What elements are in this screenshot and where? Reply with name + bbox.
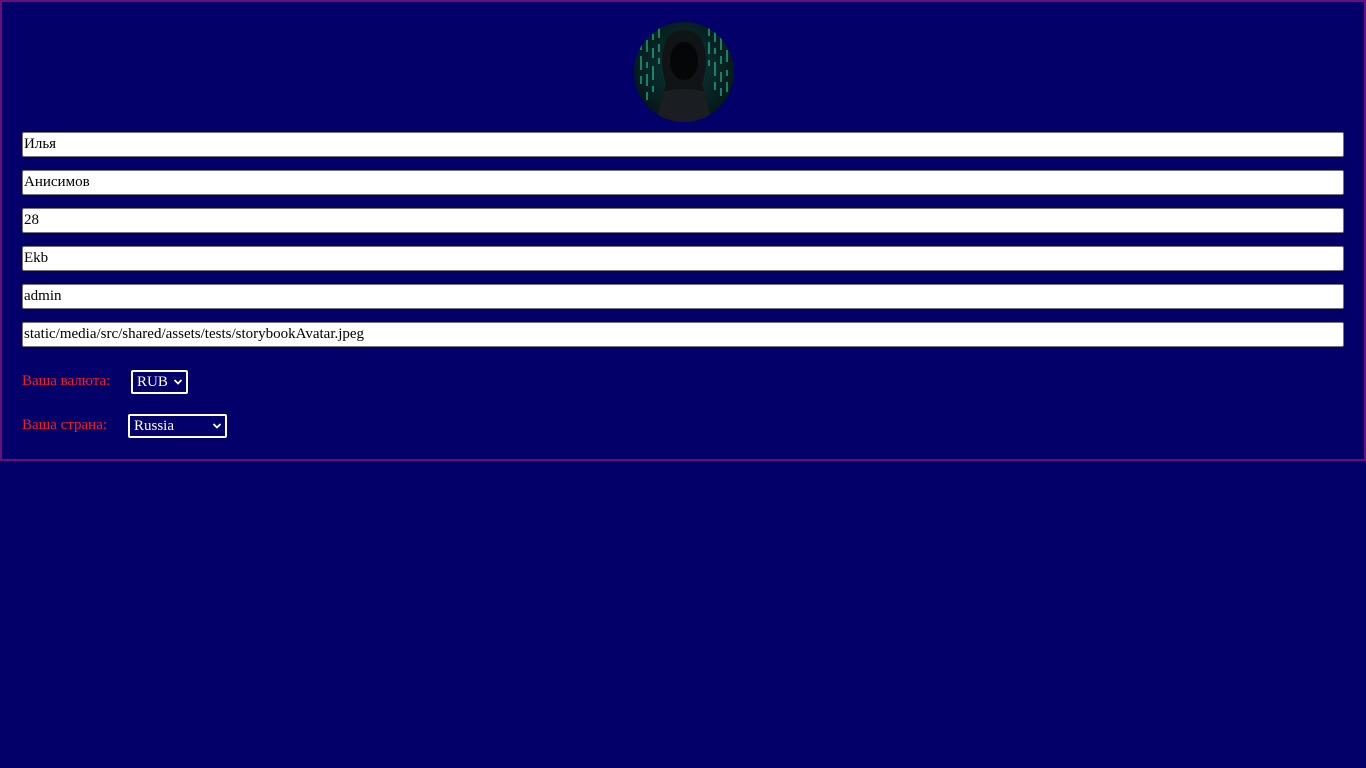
city-input[interactable] xyxy=(22,246,1344,271)
currency-select[interactable]: RUB xyxy=(131,370,188,394)
profile-card: Ваша валюта: RUB Ваша страна: Russia xyxy=(0,0,1366,461)
currency-label: Ваша валюта: xyxy=(22,373,111,389)
currency-selected-value: RUB xyxy=(137,374,168,390)
hooded-hacker-avatar-icon xyxy=(634,22,734,122)
username-input[interactable] xyxy=(22,284,1344,309)
country-label: Ваша страна: xyxy=(22,417,108,433)
age-input[interactable] xyxy=(22,208,1344,233)
country-select[interactable]: Russia xyxy=(128,414,227,438)
avatar-url-input[interactable] xyxy=(22,322,1344,347)
last-name-input[interactable] xyxy=(22,170,1344,195)
country-selected-value: Russia xyxy=(134,418,175,434)
avatar xyxy=(634,22,734,122)
chevron-down-icon xyxy=(212,423,222,429)
first-name-input[interactable] xyxy=(22,132,1344,157)
chevron-down-icon xyxy=(173,379,183,385)
